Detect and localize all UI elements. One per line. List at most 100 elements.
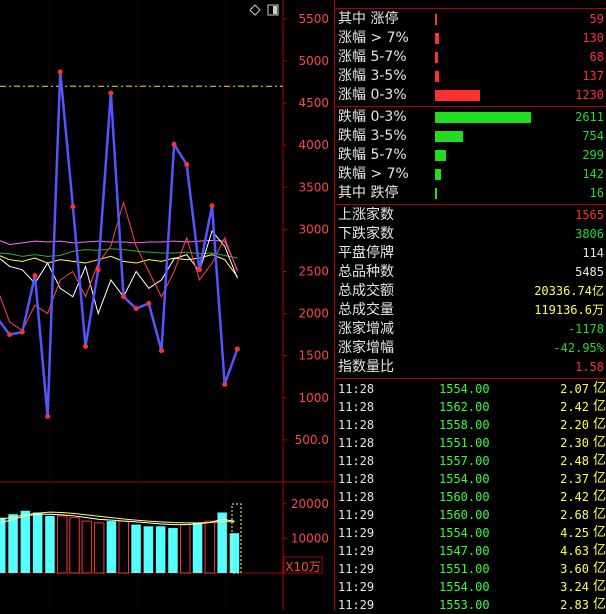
tick-price: 1560.00 <box>439 508 490 522</box>
section-divider <box>335 378 606 379</box>
tick-row: 11:28 1557.00 2.48 亿 <box>335 452 606 470</box>
series-point <box>45 413 51 419</box>
tick-unit: 亿 <box>592 507 606 522</box>
tick-time: 11:28 <box>338 436 375 450</box>
stat-label: 涨幅 5-7% <box>338 49 407 65</box>
tick-amount: 3.24 <box>560 580 589 594</box>
tick-unit: 亿 <box>592 489 606 504</box>
stat-bar <box>435 33 439 44</box>
summary-label: 平盘停牌 <box>338 245 394 261</box>
stat-value: 68 <box>589 50 604 64</box>
up-stat-row: 涨幅 5-7% 68 <box>335 48 606 67</box>
series-line-4 <box>0 230 238 316</box>
summary-label: 指数量比 <box>338 359 394 375</box>
top-border <box>335 8 606 9</box>
up-stat-row: 涨幅 0-3% 1230 <box>335 86 606 105</box>
series-point <box>121 294 126 300</box>
tick-amount: 2.20 <box>560 418 589 432</box>
volume-bar <box>180 524 191 574</box>
volume-bar <box>118 520 129 574</box>
tick-time: 11:29 <box>338 508 375 522</box>
summary-row: 涨家增幅 -42.95% <box>335 339 606 358</box>
volume-bar <box>69 517 80 574</box>
tick-amount: 2.68 <box>560 508 589 522</box>
volume-bar <box>0 517 6 573</box>
stat-label: 跌幅 0-3% <box>338 109 407 125</box>
volume-tick-label: 20000 <box>291 497 329 511</box>
volume-bar <box>131 524 141 573</box>
tick-amount: 2.30 <box>560 436 589 450</box>
stat-value: 754 <box>582 129 604 143</box>
tick-unit: 亿 <box>592 597 606 612</box>
tick-price: 1554.00 <box>439 526 490 540</box>
tick-unit: 亿 <box>592 561 606 576</box>
price-tick-label: 2500 <box>298 264 329 278</box>
tick-time: 11:28 <box>338 454 375 468</box>
price-tick-label: 5000 <box>298 54 329 68</box>
volume-bar <box>81 520 93 574</box>
tick-unit: 亿 <box>592 435 606 450</box>
tick-unit: 亿 <box>592 399 606 414</box>
price-tick-label: 1000 <box>298 391 329 405</box>
tick-row: 11:28 1562.00 2.42 亿 <box>335 398 606 416</box>
tick-time: 11:28 <box>338 418 375 432</box>
stat-label: 涨幅 3-5% <box>338 68 407 84</box>
series-point <box>83 343 89 349</box>
series-point <box>95 267 101 273</box>
stat-value: 2611 <box>575 110 604 124</box>
tick-price: 1557.00 <box>439 454 490 468</box>
price-tick-label: 4500 <box>298 96 329 110</box>
tick-amount: 2.83 <box>560 598 589 612</box>
volume-bar <box>93 522 105 574</box>
tick-unit: 亿 <box>592 543 606 558</box>
tick-unit: 亿 <box>592 417 606 432</box>
tick-price: 1560.00 <box>439 490 490 504</box>
tick-time: 11:29 <box>338 544 375 558</box>
volume-unit-label: X10万 <box>285 560 321 574</box>
tick-row: 11:29 1554.00 3.24 亿 <box>335 578 606 596</box>
series-point <box>184 162 190 168</box>
down-stat-row: 跌幅 3-5% 754 <box>335 127 606 146</box>
summary-value: 3806 <box>575 227 604 241</box>
tick-unit: 亿 <box>592 471 606 486</box>
tick-unit: 亿 <box>592 525 606 540</box>
stat-label: 涨幅 > 7% <box>338 30 409 46</box>
stat-label: 涨幅 0-3% <box>338 87 407 103</box>
down-stat-row: 跌幅 0-3% 2611 <box>335 108 606 127</box>
tick-row: 11:28 1558.00 2.20 亿 <box>335 416 606 434</box>
window-pane <box>273 6 277 14</box>
summary-row: 平盘停牌 114 <box>335 244 606 263</box>
tick-time: 11:28 <box>338 382 375 396</box>
stat-value: 130 <box>582 31 604 45</box>
tick-price: 1554.00 <box>439 382 490 396</box>
summary-label: 总成交额 <box>338 283 394 299</box>
volume-bar <box>192 522 203 573</box>
tick-time: 11:29 <box>338 580 375 594</box>
stat-value: 59 <box>589 12 604 26</box>
volume-bar <box>106 521 117 573</box>
summary-label: 涨家增减 <box>338 321 394 337</box>
series-point <box>108 90 114 96</box>
tick-amount: 2.48 <box>560 454 589 468</box>
summary-value: 119136.6万 <box>534 303 604 317</box>
tick-row: 11:29 1560.00 2.68 亿 <box>335 506 606 524</box>
tick-amount: 2.37 <box>560 472 589 486</box>
series-point <box>222 381 228 387</box>
down-stat-row: 跌幅 5-7% 299 <box>335 146 606 165</box>
tick-unit: 亿 <box>592 453 606 468</box>
series-point <box>146 300 152 306</box>
summary-label: 涨家增幅 <box>338 340 394 356</box>
stat-bar <box>435 52 438 63</box>
diamond-shape <box>249 4 261 16</box>
stat-label: 跌幅 3-5% <box>338 128 407 144</box>
volume-bar <box>32 512 43 573</box>
volume-bar <box>204 520 216 574</box>
stat-value: 1230 <box>575 88 604 102</box>
stat-bar <box>435 188 437 199</box>
up-stat-row: 涨幅 3-5% 137 <box>335 67 606 86</box>
volume-bar <box>143 526 154 573</box>
stat-bar <box>435 71 439 82</box>
series-point <box>19 329 25 335</box>
tick-price: 1558.00 <box>439 418 490 432</box>
tick-time: 11:28 <box>338 490 375 504</box>
